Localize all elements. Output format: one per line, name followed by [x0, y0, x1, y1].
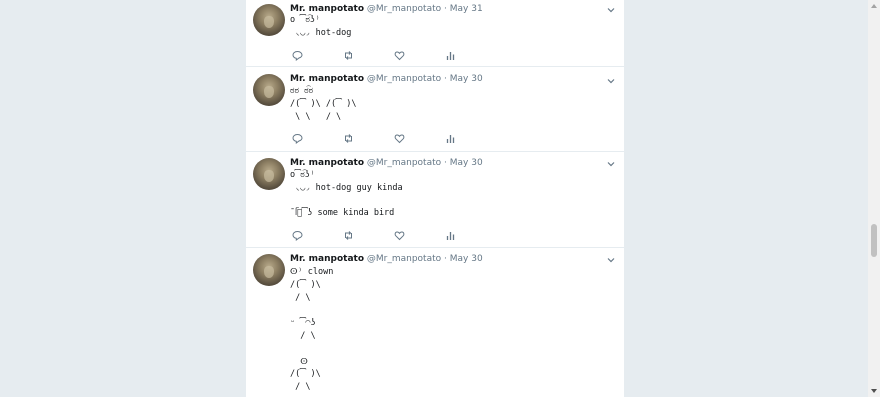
tweet-text: o ͡ಠ͡ʖ⁾ ◟◡◞ hot-dog — [290, 14, 351, 40]
chevron-down-icon[interactable] — [607, 256, 615, 264]
separator: · — [444, 74, 447, 84]
separator: · — [444, 4, 447, 14]
avatar[interactable] — [253, 158, 285, 190]
avatar[interactable] — [253, 254, 285, 286]
tweet-line: / \ — [290, 330, 316, 341]
tweet-line — [290, 343, 333, 356]
scrollbar-thumb[interactable] — [871, 224, 877, 257]
chevron-down-icon[interactable] — [607, 6, 615, 14]
tweet-line: ಠಠ ಠ͡ಠ — [290, 86, 314, 96]
tweet-actions — [290, 50, 460, 61]
tweet-line: \ \ / \ — [290, 111, 342, 122]
tweet[interactable]: Mr. manpotato @Mr_manpotato · May 31 o ͡… — [246, 0, 624, 67]
timeline: Mr. manpotato @Mr_manpotato · May 31 o ͡… — [246, 0, 624, 397]
display-name[interactable]: Mr. manpotato — [290, 254, 364, 264]
tweet-line: /(͡ )\ — [290, 279, 321, 290]
like-icon[interactable] — [394, 133, 405, 144]
user-handle[interactable]: @Mr_manpotato — [367, 74, 441, 84]
reply-icon[interactable] — [292, 133, 303, 144]
tweet-text: ⵙ⁾ clown /(͡ )\ / \ ᵕ ͡◠ʖ / \ ⵙ /(͡ )\ / \ — [290, 266, 333, 394]
reply-icon[interactable] — [292, 230, 303, 241]
tweet-header: Mr. manpotato @Mr_manpotato · May 30 — [290, 74, 483, 85]
like-icon[interactable] — [394, 50, 405, 61]
retweet-icon[interactable] — [343, 230, 354, 241]
tweet-line — [290, 195, 403, 208]
tweet-line: / \ — [290, 292, 311, 303]
tweet-header: Mr. manpotato @Mr_manpotato · May 30 — [290, 254, 483, 265]
tweet-line: o ͡ಠ͡ʖ⁾ — [290, 15, 321, 25]
tweet-line: ᵕ ͡◠ʖ — [290, 318, 316, 329]
tweet-date[interactable]: May 31 — [450, 4, 483, 14]
tweet-line: /(͡ )\ — [290, 369, 321, 380]
analytics-icon[interactable] — [445, 50, 456, 61]
scroll-up-arrow-icon[interactable] — [871, 3, 877, 9]
tweet[interactable]: Mr. manpotato @Mr_manpotato · May 30 ⵙ⁾ … — [246, 248, 624, 397]
display-name[interactable]: Mr. manpotato — [290, 158, 364, 168]
separator: · — [444, 254, 447, 264]
tweet-line: ⵙ⁾ clown — [290, 267, 334, 277]
tweet-line — [290, 304, 333, 317]
avatar[interactable] — [253, 74, 285, 106]
tweet-text: o͡ಠ͡ʖ⁾ ◟◡◞ hot-dog guy kinda ¯ᥬᩚ͡ʖ some … — [290, 169, 403, 220]
user-handle[interactable]: @Mr_manpotato — [367, 158, 441, 168]
chevron-down-icon[interactable] — [607, 77, 615, 85]
tweet-date[interactable]: May 30 — [450, 74, 483, 84]
tweet-date[interactable]: May 30 — [450, 254, 483, 264]
tweet-line: ⵙ — [290, 356, 308, 367]
reply-icon[interactable] — [292, 50, 303, 61]
tweet-line: ◟◡◞ hot-dog — [290, 27, 352, 38]
tweet-line: ◟◡◞ hot-dog guy kinda — [290, 182, 403, 193]
tweet-actions — [290, 230, 460, 241]
display-name[interactable]: Mr. manpotato — [290, 74, 364, 84]
tweet-header: Mr. manpotato @Mr_manpotato · May 30 — [290, 158, 483, 169]
tweet-line: o͡ಠ͡ʖ⁾ — [290, 170, 315, 180]
tweet-date[interactable]: May 30 — [450, 158, 483, 168]
avatar[interactable] — [253, 4, 285, 36]
user-handle[interactable]: @Mr_manpotato — [367, 4, 441, 14]
user-handle[interactable]: @Mr_manpotato — [367, 254, 441, 264]
tweet[interactable]: Mr. manpotato @Mr_manpotato · May 30 o͡ಠ… — [246, 152, 624, 248]
analytics-icon[interactable] — [445, 133, 456, 144]
scroll-down-arrow-icon[interactable] — [871, 388, 877, 394]
tweet[interactable]: Mr. manpotato @Mr_manpotato · May 30 ಠಠ … — [246, 67, 624, 152]
tweet-line: / \ — [290, 382, 311, 393]
scrollbar[interactable] — [868, 0, 880, 397]
chevron-down-icon[interactable] — [607, 160, 615, 168]
separator: · — [444, 158, 447, 168]
tweet-actions — [290, 133, 460, 144]
like-icon[interactable] — [394, 230, 405, 241]
tweet-line: ¯ᥬᩚ͡ʖ some kinda bird — [290, 208, 395, 219]
display-name[interactable]: Mr. manpotato — [290, 4, 364, 14]
tweet-line: /(͡ )\ /(͡ )\ — [290, 98, 357, 109]
retweet-icon[interactable] — [343, 133, 354, 144]
analytics-icon[interactable] — [445, 230, 456, 241]
tweet-text: ಠಠ ಠ͡ಠ /(͡ )\ /(͡ )\ \ \ / \ — [290, 85, 357, 123]
retweet-icon[interactable] — [343, 50, 354, 61]
